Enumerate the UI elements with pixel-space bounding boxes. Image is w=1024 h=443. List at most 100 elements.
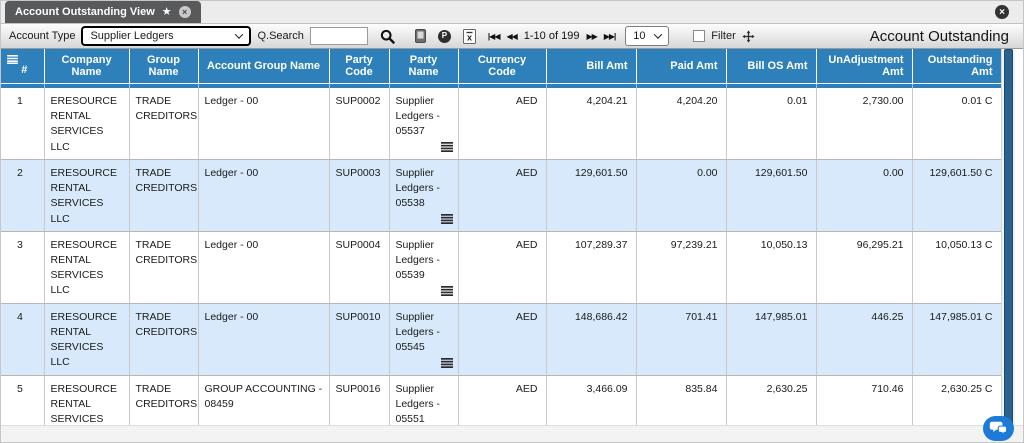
list-icon[interactable] [440, 141, 453, 152]
column-header-bill-amt[interactable]: Bill Amt [546, 49, 637, 84]
tab-bar: Account Outstanding View ★ × × [1, 1, 1023, 23]
list-icon[interactable] [440, 213, 453, 224]
cell-unadjustment-amt: 446.25 [816, 303, 913, 376]
tab-account-outstanding-view[interactable]: Account Outstanding View ★ × [5, 1, 201, 23]
cell-company-name: ERESOURCE RENTAL SERVICES LLC [44, 88, 130, 160]
favorite-star-icon[interactable]: ★ [162, 6, 172, 18]
table-row[interactable]: 1 ERESOURCE RENTAL SERVICES LLC TRADE CR… [1, 88, 1002, 160]
cell-group-name: TRADE CREDITORS [129, 303, 199, 376]
cell-paid-amt: 97,239.21 [636, 231, 727, 304]
account-outstanding-table: # Company Name Group Name Account Group … [1, 49, 1002, 425]
next-page-button[interactable]: ▶▶ [586, 32, 597, 41]
cell-bill-amt: 129,601.50 [546, 159, 637, 232]
move-button[interactable] [742, 29, 755, 43]
page-size-select[interactable]: 10 [625, 26, 670, 46]
cell-party-name: Supplier Ledgers - 05537 [389, 88, 459, 160]
cell-currency-code: AED [458, 375, 547, 425]
search-icon [380, 29, 395, 44]
cell-currency-code: AED [458, 303, 547, 376]
cell-currency-code: AED [458, 88, 547, 160]
cell-outstanding-amt: 147,985.01 C [912, 303, 1002, 376]
cell-bill-amt: 148,686.42 [546, 303, 637, 376]
scrollbar-thumb[interactable] [1004, 49, 1013, 425]
table-row[interactable]: 5 ERESOURCE RENTAL SERVICES LLC TRADE CR… [1, 375, 1002, 425]
column-header-company[interactable]: Company Name [44, 49, 130, 84]
list-icon[interactable] [440, 285, 453, 296]
cell-party-code: SUP0002 [329, 88, 390, 160]
excel-export-button[interactable]: x [462, 28, 476, 44]
cell-party-code: SUP0004 [329, 231, 390, 304]
pagination: |◀◀ ◀◀ 1-10 of 199 ▶▶ ▶▶| [488, 30, 617, 42]
cell-unadjustment-amt: 710.46 [816, 375, 913, 425]
cell-company-name: ERESOURCE RENTAL SERVICES LLC [44, 303, 130, 376]
table-row[interactable]: 2 ERESOURCE RENTAL SERVICES LLC TRADE CR… [1, 159, 1002, 232]
account-type-label: Account Type [9, 30, 76, 42]
page-size-value: 10 [633, 30, 646, 42]
cell-account-group-name: Ledger - 00 [198, 231, 330, 304]
cell-bill-os-amt: 10,050.13 [726, 231, 817, 304]
cell-paid-amt: 835.84 [636, 375, 727, 425]
cell-bill-os-amt: 0.01 [726, 88, 817, 160]
cell-row-number: 5 [1, 375, 45, 425]
cell-bill-os-amt: 147,985.01 [726, 303, 817, 376]
cell-account-group-name: Ledger - 00 [198, 159, 330, 232]
cell-party-code: SUP0003 [329, 159, 390, 232]
cell-row-number: 2 [1, 159, 45, 232]
prev-page-button[interactable]: ◀◀ [506, 32, 517, 41]
column-header-num[interactable]: # [1, 49, 45, 84]
cell-currency-code: AED [458, 231, 547, 304]
tab-close-icon[interactable]: × [178, 6, 191, 18]
column-header-currency[interactable]: Currency Code [458, 49, 547, 84]
tab-title: Account Outstanding View [15, 6, 155, 18]
chat-button[interactable] [983, 416, 1014, 441]
table-row[interactable]: 4 ERESOURCE RENTAL SERVICES LLC TRADE CR… [1, 303, 1002, 376]
first-page-button[interactable]: |◀◀ [488, 32, 501, 41]
move-icon [742, 29, 755, 43]
cell-unadjustment-amt: 2,730.00 [816, 88, 913, 160]
column-header-outstanding-amt[interactable]: Outstanding Amt [912, 49, 1002, 84]
column-header-party-name[interactable]: Party Name [389, 49, 459, 84]
account-type-value: Supplier Ledgers [90, 30, 174, 42]
cell-bill-os-amt: 129,601.50 [726, 159, 817, 232]
chevron-down-icon [654, 30, 663, 39]
cell-outstanding-amt: 0.01 C [912, 88, 1002, 160]
column-header-paid-amt[interactable]: Paid Amt [636, 49, 727, 84]
cell-bill-amt: 4,204.21 [546, 88, 637, 160]
device-view-button[interactable] [414, 29, 426, 43]
window-close-button[interactable]: × [995, 5, 1009, 19]
quick-search-input[interactable] [309, 27, 368, 45]
cell-party-code: SUP0016 [329, 375, 390, 425]
column-header-bill-os-amt[interactable]: Bill OS Amt [726, 49, 817, 84]
table-row[interactable]: 3 ERESOURCE RENTAL SERVICES LLC TRADE CR… [1, 231, 1002, 304]
cell-account-group-name: GROUP ACCOUNTING - 08459 [198, 375, 330, 425]
page-title: Account Outstanding [869, 27, 1009, 45]
column-header-unadjustment-amt[interactable]: UnAdjustment Amt [816, 49, 913, 84]
cell-bill-os-amt: 2,630.25 [726, 375, 817, 425]
cell-paid-amt: 4,204.20 [636, 88, 727, 160]
cell-paid-amt: 701.41 [636, 303, 727, 376]
cell-row-number: 1 [1, 88, 45, 160]
filter-checkbox[interactable] [693, 30, 706, 42]
print-button[interactable]: P [437, 29, 451, 43]
column-header-party-code[interactable]: Party Code [329, 49, 390, 84]
list-icon[interactable] [440, 357, 453, 368]
list-icon [7, 54, 38, 64]
vertical-scrollbar[interactable] [1001, 49, 1015, 425]
cell-party-name: Supplier Ledgers - 05545 [389, 303, 459, 376]
quick-search-label: Q.Search [257, 30, 304, 42]
last-page-button[interactable]: ▶▶| [604, 32, 617, 41]
search-button[interactable] [380, 29, 395, 44]
table-header: # Company Name Group Name Account Group … [1, 49, 1002, 88]
cell-company-name: ERESOURCE RENTAL SERVICES LLC [44, 375, 130, 425]
cell-party-name: Supplier Ledgers - 05551 [389, 375, 459, 425]
device-icon [414, 29, 426, 43]
svg-text:x: x [467, 32, 472, 42]
grid-area: # Company Name Group Name Account Group … [1, 49, 1023, 425]
column-header-account-group[interactable]: Account Group Name [198, 49, 330, 84]
cell-company-name: ERESOURCE RENTAL SERVICES LLC [44, 159, 130, 232]
column-header-group[interactable]: Group Name [129, 49, 199, 84]
cell-account-group-name: Ledger - 00 [198, 303, 330, 376]
cell-group-name: TRADE CREDITORS [129, 231, 199, 304]
cell-outstanding-amt: 129,601.50 C [912, 159, 1002, 232]
account-type-select[interactable]: Supplier Ledgers [81, 26, 252, 46]
